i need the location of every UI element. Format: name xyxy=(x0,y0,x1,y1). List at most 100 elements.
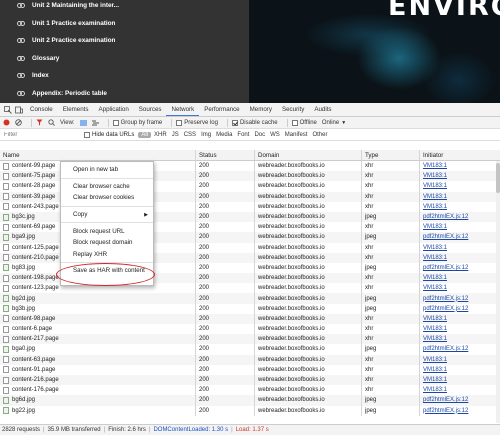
offline-checkbox[interactable]: Offline xyxy=(291,119,317,126)
table-row[interactable]: content-98.page 200 webreader.boxofbooks.i… xyxy=(0,313,500,324)
table-row[interactable]: content-6.page 200 webreader.boxofbooks.io… xyxy=(0,324,500,335)
request-initiator-cell[interactable]: VM183:1 xyxy=(420,273,500,283)
table-row[interactable]: content-217.page 200 webreader.boxofbooks.… xyxy=(0,334,500,345)
scrollbar-thumb[interactable] xyxy=(496,163,500,193)
request-initiator-cell[interactable]: pdf2htmlEX.js:12 xyxy=(420,293,500,303)
filter-input[interactable] xyxy=(0,129,84,140)
request-initiator-cell[interactable]: VM183:1 xyxy=(420,355,500,365)
request-initiator-cell[interactable]: VM183:1 xyxy=(420,385,500,395)
menu-item-save-as-har[interactable]: Save as HAR with content xyxy=(61,265,153,277)
filter-type-img[interactable]: Img xyxy=(199,132,213,138)
request-initiator[interactable]: VM183:1 xyxy=(423,245,447,251)
request-initiator[interactable]: VM183:1 xyxy=(423,367,447,373)
request-initiator-cell[interactable]: VM183:1 xyxy=(420,283,500,293)
request-initiator[interactable]: pdf2htmlEX.js:12 xyxy=(423,265,468,271)
hide-data-urls-checkbox[interactable]: Hide data URLs xyxy=(84,131,134,138)
request-initiator[interactable]: VM183:1 xyxy=(423,285,447,291)
filter-type-js[interactable]: JS xyxy=(170,132,181,138)
request-initiator-cell[interactable]: VM183:1 xyxy=(420,314,500,324)
request-initiator-cell[interactable]: pdf2htmlEX.js:12 xyxy=(420,232,500,242)
filter-type-other[interactable]: Other xyxy=(310,132,329,138)
request-initiator[interactable]: VM183:1 xyxy=(423,275,447,281)
request-initiator[interactable]: VM183:1 xyxy=(423,255,447,261)
request-initiator[interactable]: VM183:1 xyxy=(423,316,447,322)
inspect-element-icon[interactable] xyxy=(3,105,13,115)
tab-sources[interactable]: Sources xyxy=(134,103,167,116)
tab-memory[interactable]: Memory xyxy=(245,103,277,116)
toc-item[interactable]: Unit 1 Practice examination xyxy=(0,15,249,33)
tab-performance[interactable]: Performance xyxy=(199,103,244,116)
request-initiator-cell[interactable]: VM183:1 xyxy=(420,334,500,344)
request-initiator[interactable]: VM183:1 xyxy=(423,387,447,393)
toc-item[interactable]: Glossary xyxy=(0,50,249,68)
filter-type-font[interactable]: Font xyxy=(235,132,251,138)
filter-type-ws[interactable]: WS xyxy=(268,132,282,138)
menu-item-block-request-url[interactable]: Block request URL xyxy=(61,225,153,237)
device-toolbar-icon[interactable] xyxy=(14,105,24,115)
column-header-domain[interactable]: Domain xyxy=(255,150,362,160)
search-icon[interactable] xyxy=(48,119,55,126)
request-initiator[interactable]: pdf2htmlEX.js:12 xyxy=(423,306,468,312)
large-rows-icon[interactable] xyxy=(79,120,87,126)
toc-item[interactable]: Unit 2 Maintaining the inter... xyxy=(0,0,249,15)
disable-cache-checkbox[interactable]: Disable cache xyxy=(231,119,278,126)
request-initiator-cell[interactable]: VM183:1 xyxy=(420,243,500,253)
tab-console[interactable]: Console xyxy=(25,103,58,116)
table-row[interactable]: bg6d.jpg 200 webreader.boxofbooks.io jpeg pd… xyxy=(0,395,500,406)
filter-type-doc[interactable]: Doc xyxy=(252,132,267,138)
throttling-select[interactable]: Online ▼ xyxy=(322,120,346,126)
filter-toggle-icon[interactable] xyxy=(36,119,43,126)
request-initiator-cell[interactable]: VM183:1 xyxy=(420,253,500,263)
request-initiator[interactable]: VM183:1 xyxy=(423,204,447,210)
request-initiator-cell[interactable]: VM183:1 xyxy=(420,181,500,191)
table-row[interactable]: content-216.page 200 webreader.boxofbooks.… xyxy=(0,374,500,386)
menu-item-clear-browser-cache[interactable]: Clear browser cache xyxy=(61,181,153,193)
table-scrollbar[interactable] xyxy=(496,161,500,423)
menu-item-open-in-new-tab[interactable]: Open in new tab xyxy=(61,164,153,176)
request-initiator-cell[interactable]: VM183:1 xyxy=(420,171,500,181)
table-row[interactable]: bg3b.jpg 200 webreader.boxofbooks.io jpeg pd… xyxy=(0,303,500,314)
toc-item[interactable]: Appendix: Periodic table xyxy=(0,85,249,103)
toc-item[interactable]: Unit 2 Practice examination xyxy=(0,32,249,50)
request-initiator[interactable]: VM183:1 xyxy=(423,173,447,179)
column-header-type[interactable]: Type xyxy=(362,150,420,160)
request-initiator-cell[interactable]: VM183:1 xyxy=(420,161,500,171)
request-initiator-cell[interactable]: pdf2htmlEX.js:12 xyxy=(420,263,500,273)
filter-type-xhr[interactable]: XHR xyxy=(152,132,169,138)
request-initiator[interactable]: VM183:1 xyxy=(423,163,447,169)
request-initiator-cell[interactable]: pdf2htmlEX.js:12 xyxy=(420,212,500,222)
table-row[interactable]: bg2d.jpg 200 webreader.boxofbooks.io jpeg pd… xyxy=(0,293,500,304)
request-initiator[interactable]: pdf2htmlEX.js:12 xyxy=(423,296,468,302)
request-initiator-cell[interactable]: pdf2htmlEX.js:12 xyxy=(420,395,500,405)
group-by-frame-checkbox[interactable]: Group by frame xyxy=(112,119,162,126)
menu-item-replay-xhr[interactable]: Replay XHR xyxy=(61,249,153,261)
request-initiator[interactable]: pdf2htmlEX.js:12 xyxy=(423,397,468,403)
filter-type-media[interactable]: Media xyxy=(214,132,234,138)
request-initiator[interactable]: VM183:1 xyxy=(423,224,447,230)
request-initiator-cell[interactable]: pdf2htmlEX.js:12 xyxy=(420,344,500,354)
request-initiator-cell[interactable]: VM183:1 xyxy=(420,222,500,232)
tab-elements[interactable]: Elements xyxy=(58,103,94,116)
tab-network[interactable]: Network xyxy=(166,103,200,116)
filter-type-manifest[interactable]: Manifest xyxy=(283,132,310,138)
column-header-status[interactable]: Status xyxy=(196,150,255,160)
tab-application[interactable]: Application xyxy=(94,103,134,116)
request-initiator[interactable]: pdf2htmlEX.js:12 xyxy=(423,346,468,352)
request-initiator-cell[interactable]: VM183:1 xyxy=(420,365,500,375)
table-row[interactable]: bga0.jpg 200 webreader.boxofbooks.io jpeg pd… xyxy=(0,344,500,355)
request-initiator[interactable]: VM183:1 xyxy=(423,357,447,363)
filter-type-css[interactable]: CSS xyxy=(182,132,198,138)
menu-item-block-request-domain[interactable]: Block request domain xyxy=(61,237,153,249)
request-initiator[interactable]: pdf2htmlEX.js:12 xyxy=(423,408,468,414)
table-row[interactable]: content-63.page 200 webreader.boxofbooks.i… xyxy=(0,354,500,365)
overview-icon[interactable] xyxy=(91,120,99,126)
clear-button[interactable] xyxy=(15,119,22,126)
request-initiator[interactable]: VM183:1 xyxy=(423,336,447,342)
menu-item-clear-browser-cookies[interactable]: Clear browser cookies xyxy=(61,192,153,204)
table-row[interactable]: content-91.page 200 webreader.boxofbooks.i… xyxy=(0,364,500,375)
column-header-name[interactable]: Name xyxy=(0,150,196,160)
filter-type-all[interactable]: All xyxy=(138,131,152,138)
toc-item[interactable]: Index xyxy=(0,67,249,85)
request-initiator[interactable]: pdf2htmlEX.js:12 xyxy=(423,234,468,240)
tab-security[interactable]: Security xyxy=(277,103,309,116)
